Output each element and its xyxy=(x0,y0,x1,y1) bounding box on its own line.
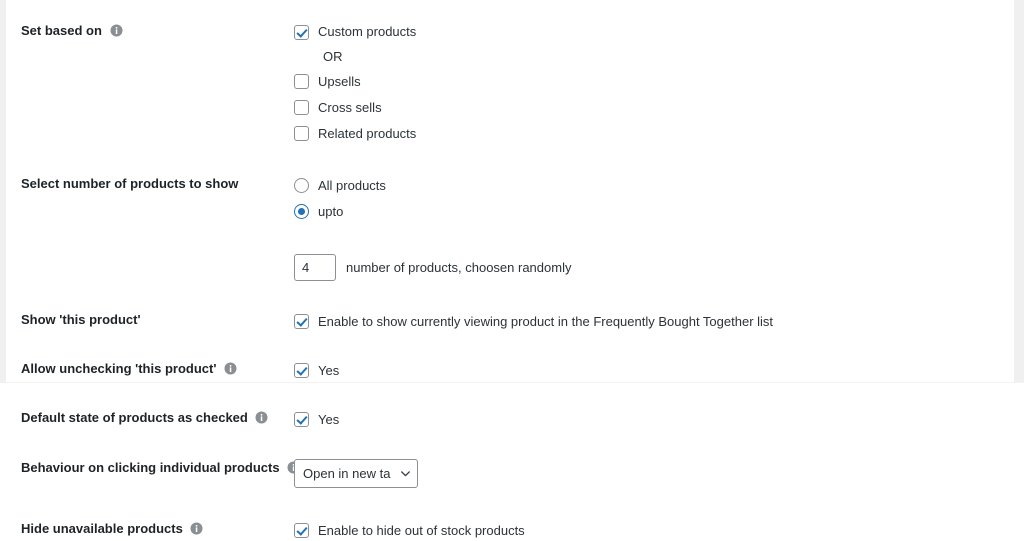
settings-table: Set based on Custom products OR Upsells xyxy=(0,0,1024,541)
info-icon[interactable] xyxy=(224,362,237,375)
setting-row-behaviour-on-clicking: Behaviour on clicking individual product… xyxy=(0,430,1024,489)
or-separator: OR xyxy=(323,49,343,64)
setting-label-default-state-of-products: Default state of products as checked xyxy=(0,409,294,427)
setting-label-show-this-product: Show 'this product' xyxy=(0,311,294,329)
checkbox-option-default-state-yes[interactable]: Yes xyxy=(294,409,1024,430)
setting-field-allow-unchecking-this-product: Yes xyxy=(294,360,1024,381)
behaviour-select[interactable]: Open in new tab xyxy=(294,459,418,489)
info-icon[interactable] xyxy=(190,522,203,535)
checkbox-option-upsells[interactable]: Upsells xyxy=(294,71,1024,92)
checkbox-option-show-this-product[interactable]: Enable to show currently viewing product… xyxy=(294,311,1024,332)
setting-label-hide-unavailable-products: Hide unavailable products xyxy=(0,520,294,538)
setting-row-hide-unavailable-products: Hide unavailable products Enable to hide… xyxy=(0,488,1024,541)
info-icon[interactable] xyxy=(255,411,268,424)
setting-field-select-number-of-products: All products upto number of products, ch… xyxy=(294,175,1024,282)
setting-label-allow-unchecking-this-product: Allow unchecking 'this product' xyxy=(0,360,294,378)
checkbox-option-cross-sells[interactable]: Cross sells xyxy=(294,97,1024,118)
checkbox-icon[interactable] xyxy=(294,412,309,428)
checkbox-label: Custom products xyxy=(318,24,417,40)
setting-label-behaviour-on-clicking: Behaviour on clicking individual product… xyxy=(0,459,300,477)
checkbox-option-custom-products[interactable]: Custom products xyxy=(294,22,1024,43)
radio-label: All products xyxy=(318,177,386,193)
setting-field-show-this-product: Enable to show currently viewing product… xyxy=(294,311,1024,332)
setting-label-text: Behaviour on clicking individual product… xyxy=(21,460,280,476)
number-of-products-line: number of products, choosen randomly xyxy=(294,254,1024,282)
number-of-products-caption: number of products, choosen randomly xyxy=(346,260,572,276)
radio-icon[interactable] xyxy=(294,178,309,194)
setting-label-text: Show 'this product' xyxy=(21,312,141,328)
setting-field-set-based-on: Custom products OR Upsells Cross sells R… xyxy=(294,22,1024,144)
setting-row-show-this-product: Show 'this product' Enable to show curre… xyxy=(0,281,1024,332)
checkbox-label: Related products xyxy=(318,125,417,141)
setting-label-select-number-of-products: Select number of products to show xyxy=(0,175,294,193)
setting-label-set-based-on: Set based on xyxy=(0,22,294,40)
checkbox-label: Upsells xyxy=(318,73,361,89)
setting-field-behaviour-on-clicking: Open in new tab xyxy=(294,459,1024,489)
checkbox-option-allow-unchecking-yes[interactable]: Yes xyxy=(294,360,1024,381)
setting-row-default-state-of-products: Default state of products as checked Yes xyxy=(0,381,1024,430)
radio-label: upto xyxy=(318,203,344,219)
checkbox-label: Yes xyxy=(318,411,340,427)
number-of-products-input[interactable] xyxy=(294,254,336,282)
info-icon[interactable] xyxy=(110,24,123,37)
checkbox-icon[interactable] xyxy=(294,363,309,379)
checkbox-option-related-products[interactable]: Related products xyxy=(294,123,1024,144)
setting-label-text: Hide unavailable products xyxy=(21,521,183,537)
checkbox-label: Yes xyxy=(318,362,340,378)
checkbox-icon[interactable] xyxy=(294,25,309,40)
setting-label-text: Allow unchecking 'this product' xyxy=(21,361,217,377)
checkbox-icon[interactable] xyxy=(294,100,309,116)
radio-option-upto[interactable]: upto xyxy=(294,201,1024,222)
setting-row-select-number-of-products: Select number of products to show All pr… xyxy=(0,144,1024,282)
checkbox-icon[interactable] xyxy=(294,126,309,142)
radio-option-all-products[interactable]: All products xyxy=(294,175,1024,196)
checkbox-label: Enable to hide out of stock products xyxy=(318,522,525,538)
behaviour-select-wrapper: Open in new tab xyxy=(294,459,418,489)
setting-label-text: Select number of products to show xyxy=(21,176,239,192)
setting-field-default-state-of-products: Yes xyxy=(294,409,1024,430)
setting-label-text: Set based on xyxy=(21,23,102,38)
setting-row-allow-unchecking-this-product: Allow unchecking 'this product' Yes xyxy=(0,332,1024,381)
checkbox-label: Cross sells xyxy=(318,99,382,115)
checkbox-label: Enable to show currently viewing product… xyxy=(318,313,774,329)
setting-row-set-based-on: Set based on Custom products OR Upsells xyxy=(0,0,1024,144)
setting-label-text: Default state of products as checked xyxy=(21,410,248,426)
radio-icon[interactable] xyxy=(294,204,309,220)
checkbox-icon[interactable] xyxy=(294,523,309,539)
checkbox-icon[interactable] xyxy=(294,314,309,330)
checkbox-icon[interactable] xyxy=(294,74,309,90)
